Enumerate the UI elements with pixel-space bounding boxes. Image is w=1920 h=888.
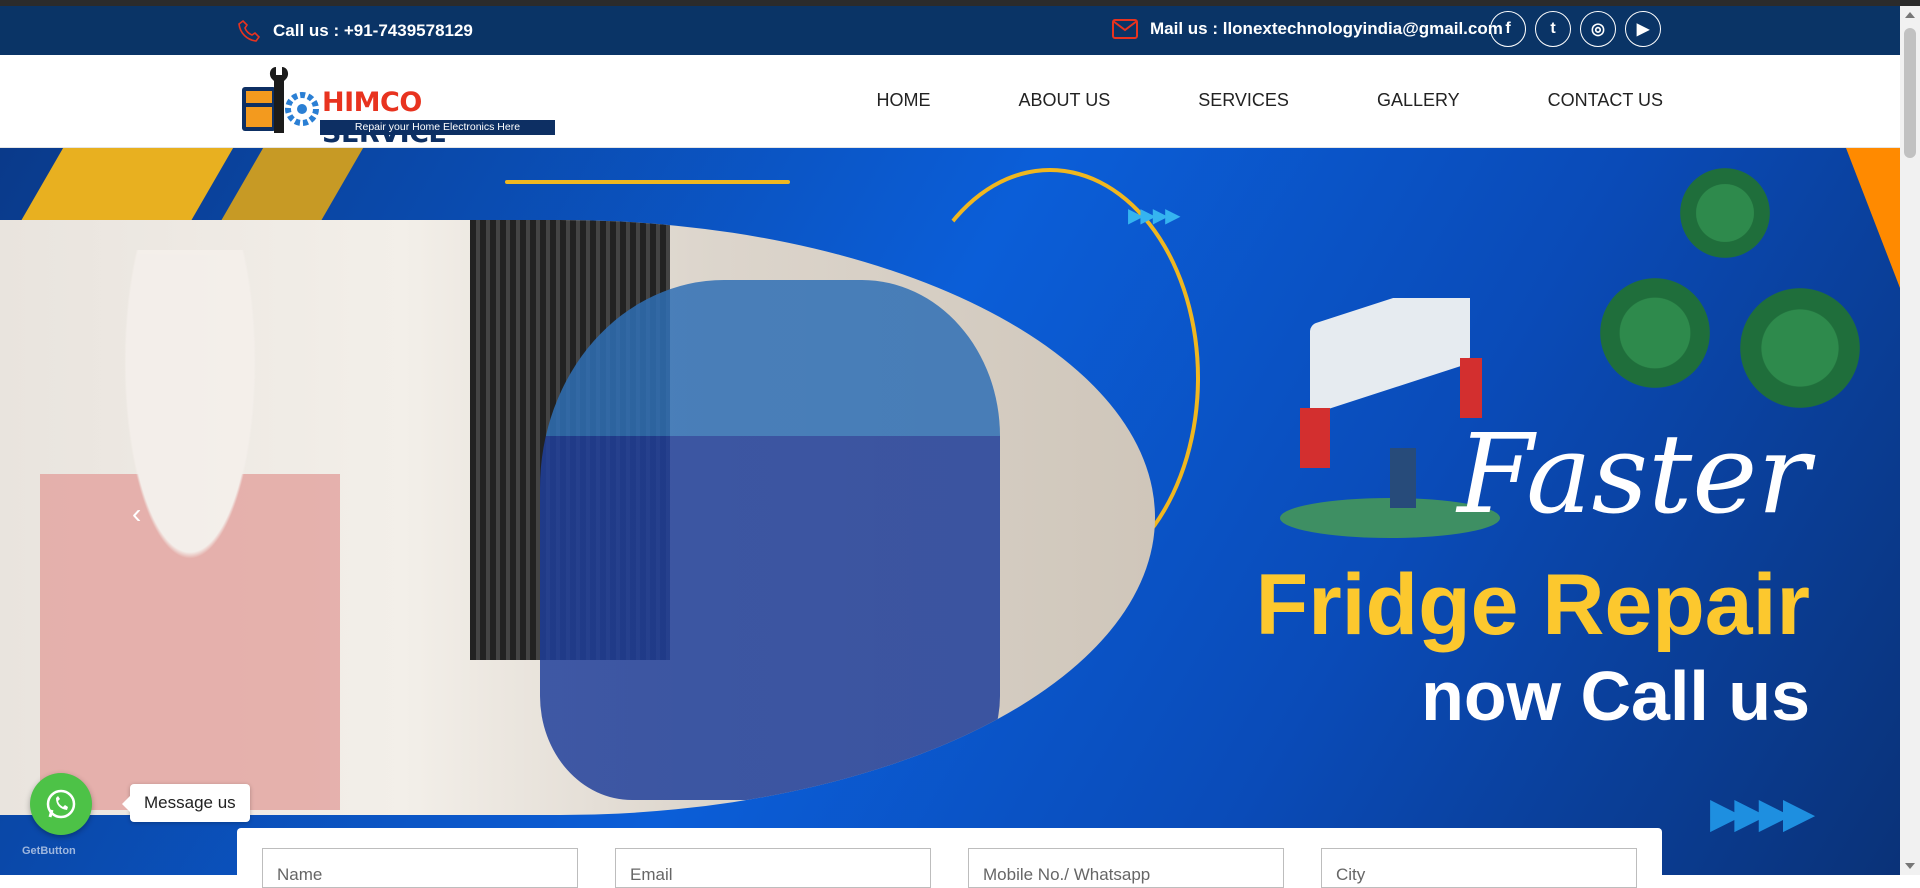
name-field[interactable]: Name xyxy=(262,848,578,888)
mail-us-text: Mail us : llonextechnologyindia@gmail.co… xyxy=(1150,19,1503,38)
mail-icon xyxy=(1112,19,1138,39)
hero-decor-plant xyxy=(1600,278,1710,388)
hero-photo-technician-figure xyxy=(540,280,1000,800)
logo-tagline: Repair your Home Electronics Here xyxy=(320,120,555,135)
hero-photo-technician xyxy=(0,220,1155,815)
main-navbar: HIMCO SERVICE Repair your Home Electroni… xyxy=(0,55,1900,149)
hero-decor-plant xyxy=(1740,288,1860,408)
hero-headline-main: Fridge Repair xyxy=(1255,557,1810,653)
scrollbar-thumb[interactable] xyxy=(1904,28,1916,158)
mobile-field[interactable]: Mobile No./ Whatsapp xyxy=(968,848,1284,888)
nav-home[interactable]: HOME xyxy=(877,90,931,111)
getbutton-credit[interactable]: GetButton xyxy=(22,845,76,857)
phone-icon xyxy=(238,19,261,42)
hero-decor-stripe xyxy=(16,148,234,228)
email-field[interactable]: Email xyxy=(615,848,931,888)
social-links: f t ◎ ▶ xyxy=(1490,11,1661,47)
call-us-link[interactable]: Call us : +91-7439578129 xyxy=(237,19,473,43)
facebook-icon[interactable]: f xyxy=(1490,11,1526,47)
hero-decor-plant xyxy=(1680,168,1770,258)
enquiry-form: Name Email Mobile No./ Whatsapp City xyxy=(237,828,1662,888)
page-scrollbar[interactable] xyxy=(1900,6,1920,875)
mail-us-link[interactable]: Mail us : llonextechnologyindia@gmail.co… xyxy=(1112,19,1503,39)
scroll-down-arrow-icon[interactable] xyxy=(1905,863,1915,869)
city-field[interactable]: City xyxy=(1321,848,1637,888)
nav-services[interactable]: SERVICES xyxy=(1198,90,1289,111)
hero-decor-arrows: ▶▶▶▶ xyxy=(1128,205,1181,227)
site-logo[interactable]: HIMCO SERVICE Repair your Home Electroni… xyxy=(240,63,555,149)
hero-decor-arrows: ▶▶▶▶ xyxy=(1710,789,1815,836)
whatsapp-button[interactable] xyxy=(30,773,92,835)
hero-slider: ▶▶▶▶ ▶▶▶▶ ‹ Faster Fridge Repair now Cal… xyxy=(0,148,1900,875)
hero-photo-woman xyxy=(40,250,340,810)
nav-contact-us[interactable]: CONTACT US xyxy=(1548,90,1663,111)
primary-nav: HOME ABOUT US SERVICES GALLERY CONTACT U… xyxy=(877,90,1663,111)
slider-prev-button[interactable]: ‹ xyxy=(132,498,141,530)
twitter-icon[interactable]: t xyxy=(1535,11,1571,47)
logo-mark-icon xyxy=(242,67,319,133)
hero-decor-line xyxy=(505,180,790,184)
hero-headline-script: Faster xyxy=(1457,410,1810,538)
scroll-up-arrow-icon[interactable] xyxy=(1905,12,1915,18)
hero-decor-corner xyxy=(1846,148,1900,288)
logo-brand-text: HIMCO SERVICE xyxy=(322,87,555,149)
youtube-icon[interactable]: ▶ xyxy=(1625,11,1661,47)
instagram-icon[interactable]: ◎ xyxy=(1580,11,1616,47)
nav-gallery[interactable]: GALLERY xyxy=(1377,90,1460,111)
top-contact-bar: Call us : +91-7439578129 Mail us : llone… xyxy=(0,6,1900,55)
hero-headline-sub: now Call us xyxy=(1421,657,1810,735)
hero-decor-stripe xyxy=(216,148,364,228)
nav-about-us[interactable]: ABOUT US xyxy=(1019,90,1111,111)
logo-brand-part1: HIMCO xyxy=(322,87,422,118)
whatsapp-icon xyxy=(46,789,76,819)
whatsapp-label[interactable]: Message us xyxy=(122,784,250,822)
call-us-text: Call us : +91-7439578129 xyxy=(273,21,473,40)
